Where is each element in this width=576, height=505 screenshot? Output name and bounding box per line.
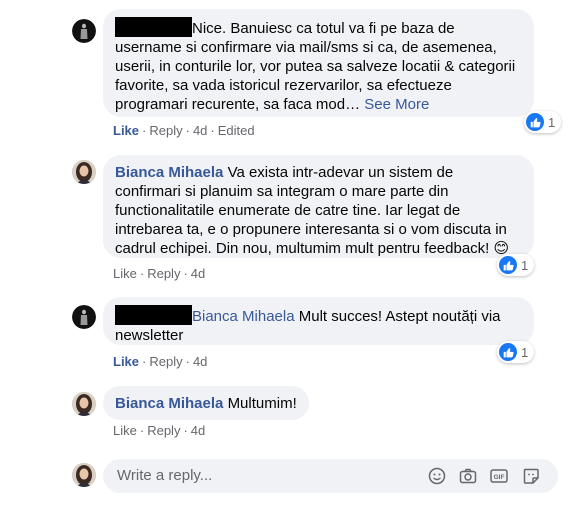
- like-reaction-icon: [499, 256, 517, 274]
- reaction-counter[interactable]: 1: [497, 341, 535, 363]
- reaction-counter[interactable]: 1: [497, 254, 535, 276]
- comment-bubble: Bianca Mihaela Mult succes! Astept noută…: [103, 297, 534, 345]
- like-link[interactable]: Like: [113, 123, 139, 138]
- comment-actions: Like · Reply · 4d: [113, 423, 205, 439]
- reaction-counter[interactable]: 1: [524, 111, 562, 133]
- separator-dot: ·: [139, 266, 145, 281]
- reaction-count: 1: [521, 344, 529, 360]
- separator-dot: ·: [210, 123, 215, 138]
- comment-actions: Like · Reply · 4d · Edited: [113, 123, 255, 139]
- emoji-icon[interactable]: [428, 467, 446, 485]
- avatar-figure-icon: [72, 305, 96, 329]
- reaction-count: 1: [521, 257, 529, 273]
- avatar[interactable]: [72, 305, 96, 329]
- avatar-figure-icon: [72, 19, 96, 43]
- timestamp[interactable]: 4d: [193, 354, 207, 369]
- comment-bubble: Bianca Mihaela Va exista intr-adevar un …: [103, 155, 534, 258]
- camera-icon[interactable]: [459, 467, 477, 485]
- comment-actions: Like · Reply · 4d: [113, 266, 205, 282]
- author-name[interactable]: Bianca Mihaela: [115, 395, 223, 412]
- comment-actions: Like · Reply · 4d: [113, 354, 207, 370]
- gif-icon[interactable]: GIF: [490, 467, 508, 485]
- timestamp[interactable]: 4d: [191, 266, 205, 281]
- author-name[interactable]: Bianca Mihaela: [115, 164, 223, 181]
- reply-input[interactable]: [117, 467, 417, 484]
- separator-dot: ·: [183, 266, 188, 281]
- separator-dot: ·: [185, 123, 190, 138]
- current-user-avatar[interactable]: [72, 463, 96, 487]
- redacted-author-name[interactable]: [115, 305, 192, 325]
- like-reaction-icon: [526, 113, 544, 131]
- like-reaction-icon: [499, 343, 517, 361]
- reply-link[interactable]: Reply: [147, 423, 180, 438]
- avatar[interactable]: [72, 19, 96, 43]
- separator-dot: ·: [185, 354, 190, 369]
- separator-dot: ·: [142, 123, 147, 138]
- timestamp[interactable]: 4d: [193, 123, 207, 138]
- edited-label[interactable]: Edited: [218, 123, 255, 138]
- separator-dot: ·: [183, 423, 188, 438]
- avatar-photo-icon: [72, 160, 96, 184]
- avatar[interactable]: [72, 160, 96, 184]
- redacted-author-name[interactable]: [115, 17, 192, 37]
- avatar-photo-icon: [72, 392, 96, 416]
- reaction-count: 1: [548, 114, 556, 130]
- separator-dot: ·: [142, 354, 147, 369]
- avatar-photo-icon: [72, 463, 96, 487]
- avatar[interactable]: [72, 392, 96, 416]
- reply-link[interactable]: Reply: [149, 354, 182, 369]
- like-link[interactable]: Like: [113, 354, 139, 369]
- reply-link[interactable]: Reply: [149, 123, 182, 138]
- comment-bubble: Bianca Mihaela Multumim!: [103, 386, 309, 420]
- separator-dot: ·: [139, 423, 145, 438]
- reply-composer: GIF: [103, 459, 558, 493]
- reply-link[interactable]: Reply: [147, 266, 180, 281]
- sticker-icon[interactable]: [522, 467, 540, 485]
- like-link[interactable]: Like: [113, 266, 137, 281]
- comment-text: Multumim!: [227, 395, 297, 412]
- timestamp[interactable]: 4d: [191, 423, 205, 438]
- like-link[interactable]: Like: [113, 423, 137, 438]
- comment-bubble: Nice. Banuiesc ca totul va fi pe baza de…: [103, 9, 534, 117]
- see-more-link[interactable]: See More: [364, 96, 429, 113]
- mention-link[interactable]: Bianca Mihaela: [192, 308, 295, 325]
- svg-text:GIF: GIF: [494, 474, 505, 481]
